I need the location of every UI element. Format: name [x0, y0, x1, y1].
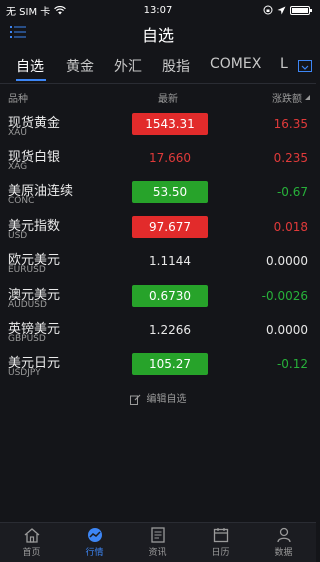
price-change: -0.0026 — [261, 289, 308, 303]
latest-price: 105.27 — [132, 353, 208, 375]
edit-watchlist-button[interactable]: 编辑自选 — [0, 390, 316, 405]
edit-watchlist-label: 编辑自选 — [146, 394, 187, 405]
column-change[interactable]: 涨跌额 — [272, 90, 302, 105]
battery-icon — [290, 5, 312, 15]
instrument-code: XAU — [8, 128, 27, 138]
bottom-tab-label: 首页 — [22, 548, 41, 558]
instrument-code: USD — [8, 231, 28, 241]
bottom-tab-market[interactable]: 行情 — [63, 527, 126, 558]
quote-row[interactable]: 欧元美元 EURUSD 1.1144 0.0000 — [0, 247, 316, 281]
price-change: 0.018 — [273, 220, 308, 234]
latest-price: 1.2266 — [149, 323, 191, 337]
page-title: 自选 — [141, 26, 174, 45]
tab-forex[interactable]: 外汇 — [114, 56, 142, 76]
latest-price: 1.1144 — [149, 254, 191, 268]
bottom-tab-home[interactable]: 首页 — [0, 527, 63, 558]
column-latest: 最新 — [158, 94, 178, 105]
bottom-tab-calendar[interactable]: 日历 — [189, 527, 252, 558]
latest-price: 97.677 — [132, 216, 208, 238]
instrument-code: USDJPY — [8, 368, 41, 378]
price-change: 0.235 — [273, 151, 308, 165]
tab-watchlist[interactable]: 自选 — [16, 56, 44, 76]
latest-price: 53.50 — [132, 181, 208, 203]
tab-gold[interactable]: 黄金 — [66, 56, 94, 76]
latest-price: 0.6730 — [132, 285, 208, 307]
column-headers: 品种 最新 涨跌额 — [0, 86, 316, 108]
bottom-tab-label: 日历 — [211, 548, 230, 558]
home-icon — [24, 528, 39, 543]
instrument-code: AUDUSD — [8, 300, 47, 310]
quote-row[interactable]: 英镑美元 GBPUSD 1.2266 0.0000 — [0, 316, 316, 350]
quote-row[interactable]: 现货白银 XAG 17.660 0.235 — [0, 144, 316, 178]
data-icon — [276, 527, 291, 543]
calendar-icon — [213, 528, 228, 543]
price-change: 16.35 — [273, 117, 308, 131]
bottom-tab-label: 资讯 — [148, 548, 167, 558]
quote-row[interactable]: 澳元美元 AUDUSD 0.6730 -0.0026 — [0, 282, 316, 316]
quote-row[interactable]: 现货黄金 XAU 1543.31 16.35 — [0, 110, 316, 144]
bottom-tab-label: 数据 — [274, 548, 293, 558]
instrument-code: GBPUSD — [8, 334, 46, 344]
status-bar: 无 SIM 卡 13:07 — [0, 0, 316, 20]
instrument-code: CONC — [8, 196, 35, 206]
nav-bar: 自选 — [0, 20, 316, 46]
edit-icon — [129, 394, 140, 405]
latest-price: 17.660 — [149, 151, 191, 165]
quote-row[interactable]: 美元日元 USDJPY 105.27 -0.12 — [0, 350, 316, 384]
tab-edit-icon[interactable] — [298, 60, 312, 72]
quote-row[interactable]: 美原油连续 CONC 53.50 -0.67 — [0, 178, 316, 212]
price-change: 0.0000 — [266, 254, 308, 268]
instrument-code: EURUSD — [8, 265, 46, 275]
tab-comex[interactable]: COMEX — [210, 56, 261, 72]
bottom-tab-label: 行情 — [85, 548, 104, 558]
sort-icon[interactable] — [305, 95, 310, 100]
market-icon — [87, 528, 102, 542]
bottom-tab-bar: 首页 行情 资讯 日历 数据 — [0, 522, 316, 562]
news-icon — [150, 527, 165, 543]
price-change: -0.67 — [276, 185, 308, 199]
instrument-code: XAG — [8, 162, 28, 172]
latest-price: 1543.31 — [132, 113, 208, 135]
tab-index[interactable]: 股指 — [162, 56, 190, 76]
column-name: 品种 — [8, 94, 28, 105]
quote-row[interactable]: 美元指数 USD 97.677 0.018 — [0, 213, 316, 247]
bottom-tab-news[interactable]: 资讯 — [126, 527, 189, 558]
bottom-tab-data[interactable]: 数据 — [252, 527, 315, 558]
active-tab-indicator — [16, 79, 46, 81]
price-change: -0.12 — [276, 357, 308, 371]
category-tabs: 自选 黄金 外汇 股指 COMEX L — [0, 50, 316, 84]
tab-partial[interactable]: L — [280, 56, 288, 72]
clock: 13:07 — [143, 4, 173, 16]
price-change: 0.0000 — [266, 323, 308, 337]
